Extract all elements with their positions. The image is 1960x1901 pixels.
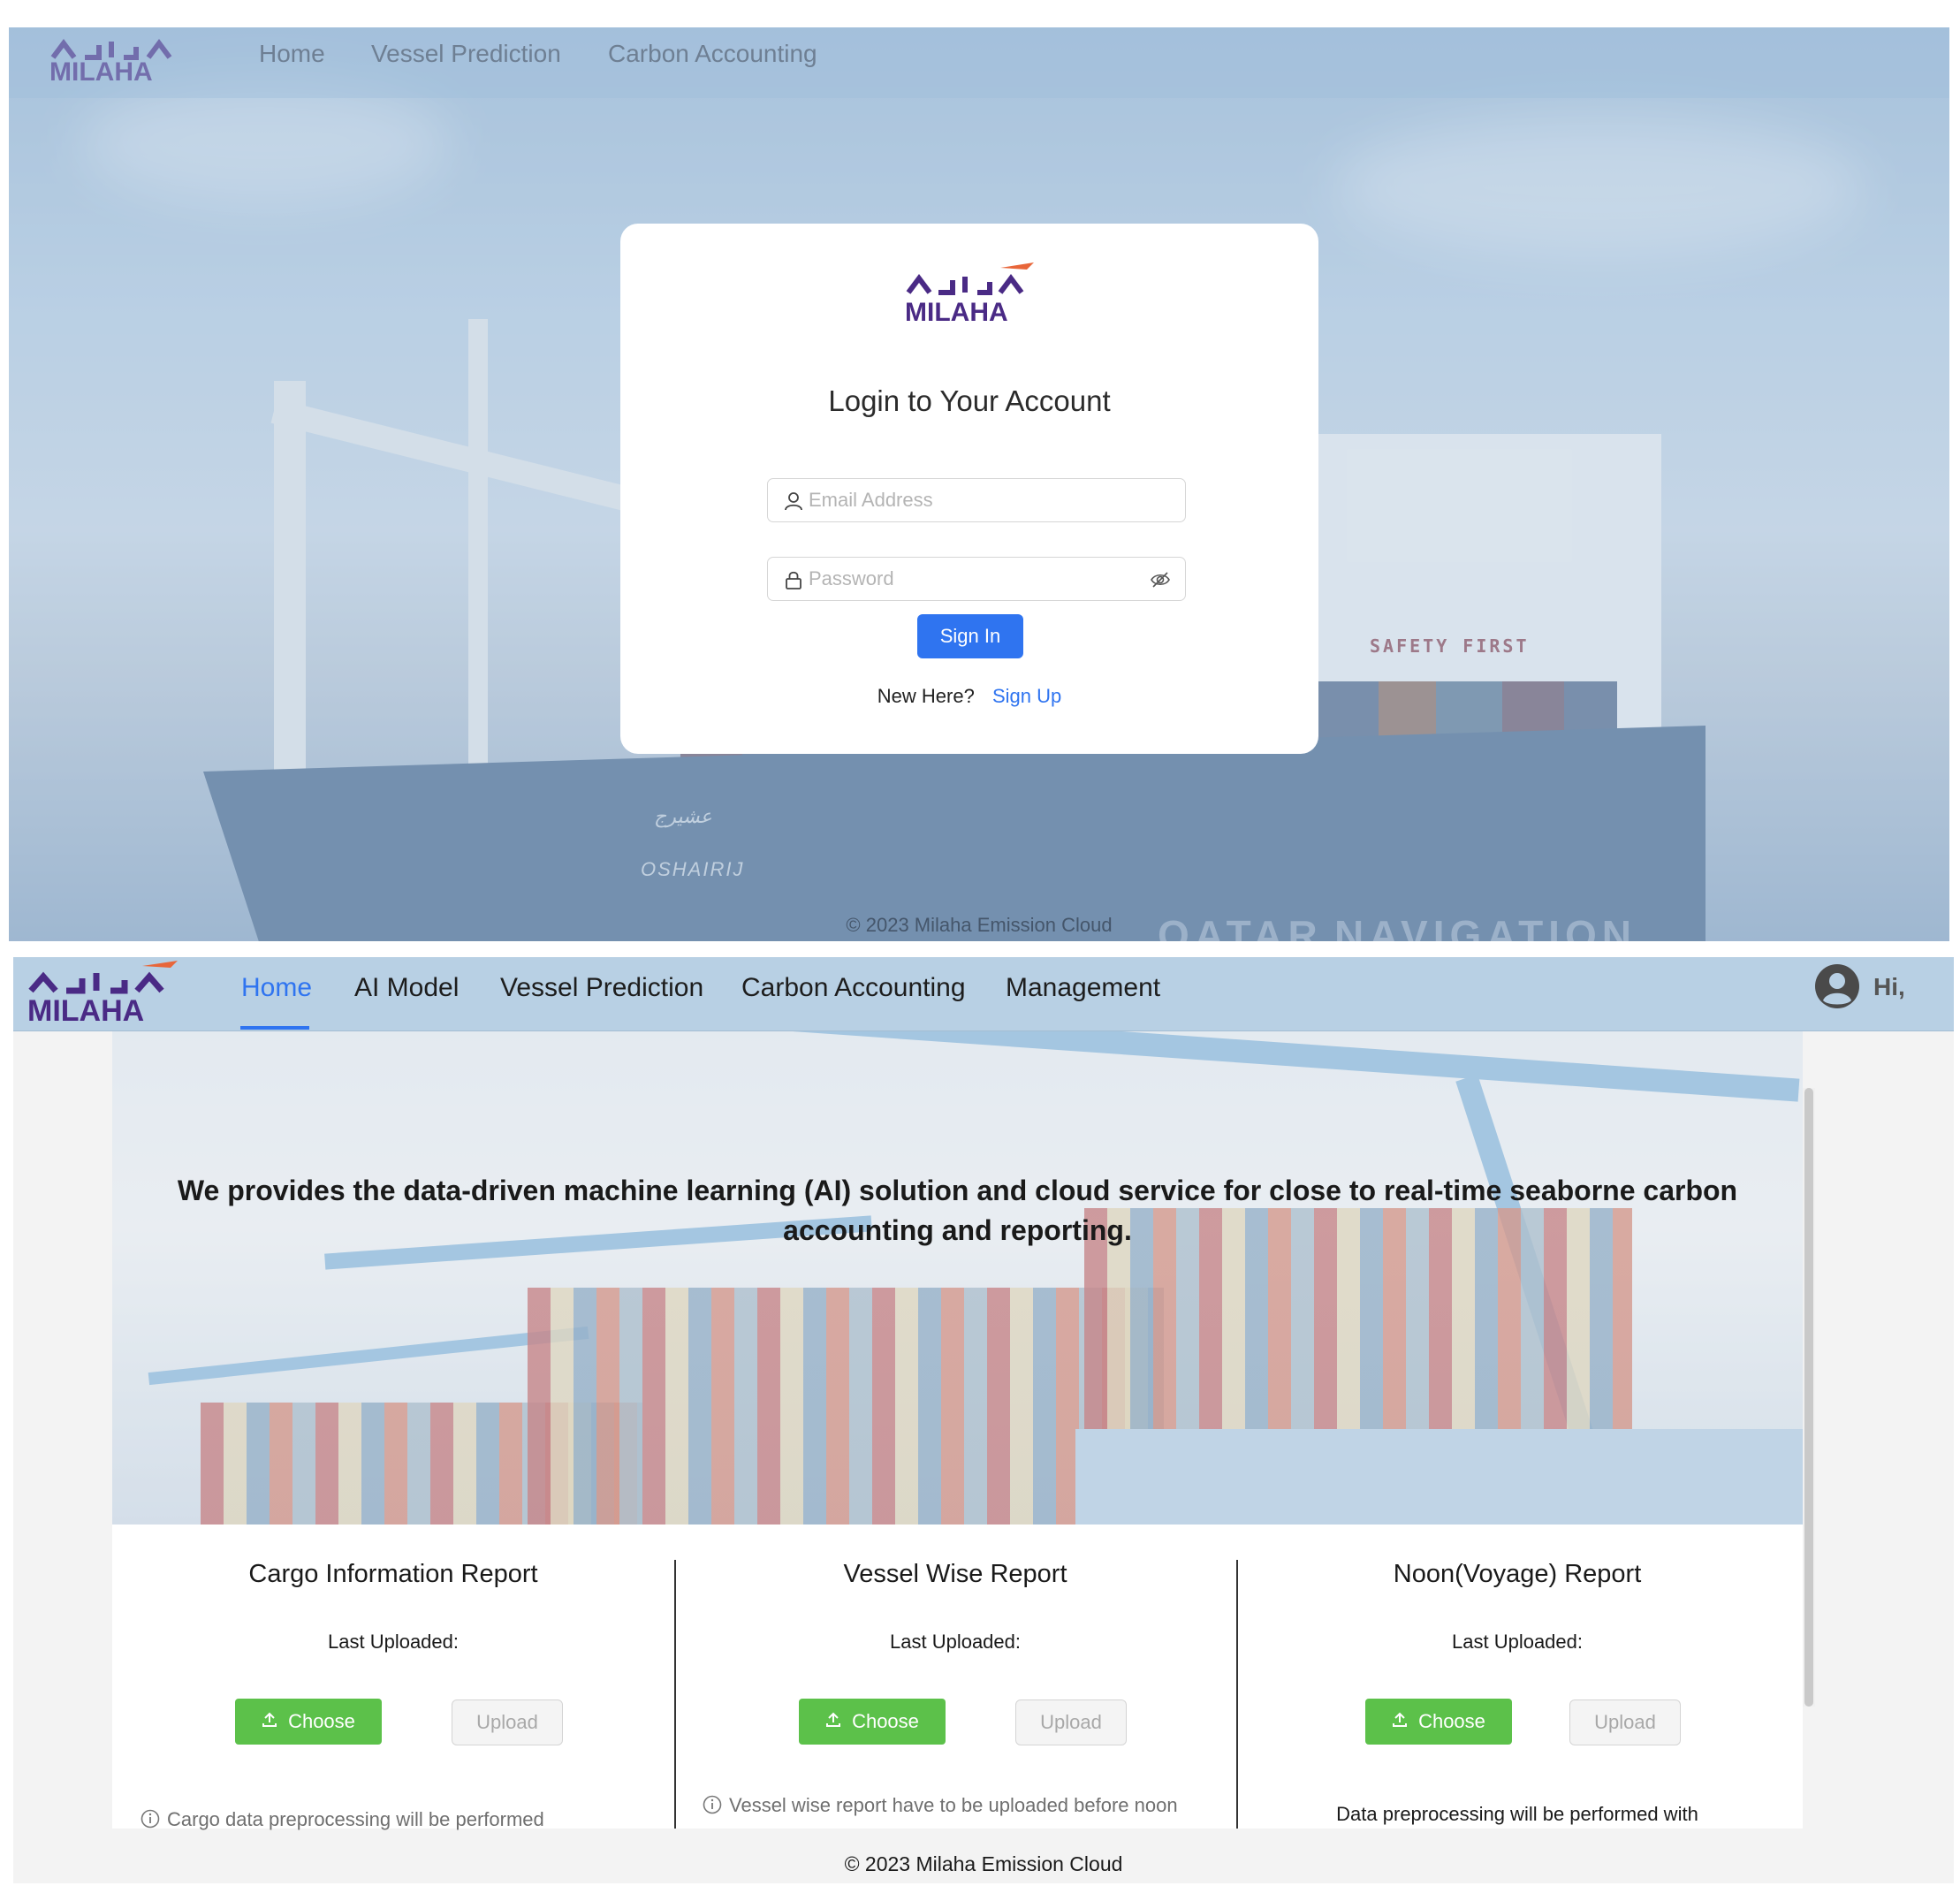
hero-tagline: We provides the data-driven machine lear… <box>177 1175 1738 1246</box>
email-field[interactable] <box>767 478 1186 522</box>
report-note: Vessel wise report have to be uploaded b… <box>703 1794 1178 1817</box>
milaha-logo-icon: MILAHA <box>49 39 172 84</box>
choose-label: Choose <box>1418 1710 1485 1732</box>
home-navbar: MILAHA Home AI Model Vessel Prediction C… <box>13 957 1954 1031</box>
report-note-text: Cargo data preprocessing will be perform… <box>167 1808 544 1830</box>
sign-up-link[interactable]: Sign Up <box>992 685 1061 707</box>
reports-section: Cargo Information Report Last Uploaded: … <box>112 1525 1803 1831</box>
hero-overlay <box>112 1031 1803 1525</box>
login-card: MILAHA Login to Your Account Sign In <box>620 224 1318 754</box>
nav-ai-model[interactable]: AI Model <box>354 973 459 1003</box>
login-nav-home[interactable]: Home <box>259 40 325 68</box>
nav-home[interactable]: Home <box>241 973 312 1003</box>
milaha-logo-icon: MILAHA <box>905 262 1034 324</box>
signup-row: New Here? Sign Up <box>620 685 1318 708</box>
cargo-choose-button[interactable]: Choose <box>235 1699 382 1745</box>
nav-active-indicator <box>240 1026 309 1030</box>
last-uploaded-label: Last Uploaded: <box>328 1631 459 1653</box>
choose-label: Choose <box>288 1710 355 1732</box>
info-icon <box>141 1809 160 1829</box>
eye-invisible-icon[interactable] <box>1150 569 1171 590</box>
login-title: Login to Your Account <box>828 384 1111 417</box>
user-avatar-icon[interactable] <box>1814 963 1860 1009</box>
login-footer: © 2023 Milaha Emission Cloud <box>846 914 1113 936</box>
user-icon <box>785 492 802 511</box>
nav-vessel-prediction[interactable]: Vessel Prediction <box>500 973 703 1003</box>
scrollbar-thumb[interactable] <box>1804 1088 1813 1707</box>
home-footer: © 2023 Milaha Emission Cloud <box>844 1852 1123 1875</box>
login-nav-vessel-prediction[interactable]: Vessel Prediction <box>371 40 561 68</box>
info-icon <box>703 1795 722 1814</box>
noon-upload-button[interactable]: Upload <box>1569 1699 1681 1745</box>
report-title: Vessel Wise Report <box>843 1560 1067 1588</box>
password-field[interactable] <box>767 557 1186 601</box>
milaha-logo: MILAHA <box>44 34 209 84</box>
upload-icon <box>262 1712 277 1727</box>
password-input[interactable] <box>809 565 1144 593</box>
content-scrollbar[interactable] <box>1803 1088 1815 1707</box>
hero-banner: We provides the data-driven machine lear… <box>112 1031 1803 1525</box>
milaha-logo-icon: MILAHA <box>27 961 178 1026</box>
lock-icon <box>786 571 801 589</box>
report-note: Cargo data preprocessing will be perform… <box>141 1808 544 1831</box>
logo-text: MILAHA <box>905 298 1008 324</box>
new-here-label: New Here? <box>877 685 975 707</box>
login-navbar: MILAHA Home Vessel Prediction Carbon Acc… <box>9 27 1949 98</box>
user-greeting[interactable]: Hi, <box>1873 973 1905 1001</box>
noon-choose-button[interactable]: Choose <box>1365 1699 1512 1745</box>
vessel-upload-button[interactable]: Upload <box>1015 1699 1127 1745</box>
last-uploaded-label: Last Uploaded: <box>890 1631 1021 1653</box>
vessel-wise-report-panel: Vessel Wise Report Last Uploaded: Choose… <box>674 1525 1236 1829</box>
report-divider <box>674 1560 676 1829</box>
cargo-upload-button[interactable]: Upload <box>452 1699 563 1745</box>
report-note-text: Data preprocessing will be performed wit… <box>1336 1803 1698 1825</box>
login-nav-carbon-accounting[interactable]: Carbon Accounting <box>608 40 817 68</box>
logo-text: MILAHA <box>49 57 153 84</box>
report-note-text: Vessel wise report have to be uploaded b… <box>729 1794 1178 1816</box>
report-divider <box>1236 1560 1238 1829</box>
milaha-logo[interactable]: MILAHA <box>22 961 195 1026</box>
noon-voyage-report-panel: Noon(Voyage) Report Last Uploaded: Choos… <box>1236 1525 1798 1829</box>
nav-management[interactable]: Management <box>1006 973 1160 1003</box>
nav-carbon-accounting[interactable]: Carbon Accounting <box>741 973 966 1003</box>
home-screen: MILAHA Home AI Model Vessel Prediction C… <box>13 957 1954 1883</box>
last-uploaded-label: Last Uploaded: <box>1452 1631 1583 1653</box>
report-title: Noon(Voyage) Report <box>1393 1560 1642 1588</box>
upload-icon <box>826 1712 841 1727</box>
report-title: Cargo Information Report <box>248 1560 538 1588</box>
logo-text: MILAHA <box>27 994 144 1026</box>
cargo-report-panel: Cargo Information Report Last Uploaded: … <box>112 1525 674 1831</box>
email-input[interactable] <box>809 486 1144 514</box>
sign-in-button[interactable]: Sign In <box>917 614 1023 658</box>
milaha-logo: MILAHA <box>901 261 1043 324</box>
vessel-choose-button[interactable]: Choose <box>799 1699 946 1745</box>
choose-label: Choose <box>852 1710 919 1732</box>
upload-icon <box>1393 1712 1408 1727</box>
login-screen: SAFETY FIRST عشيرج OSHAIRIJ QATAR NAVIGA… <box>9 27 1949 941</box>
